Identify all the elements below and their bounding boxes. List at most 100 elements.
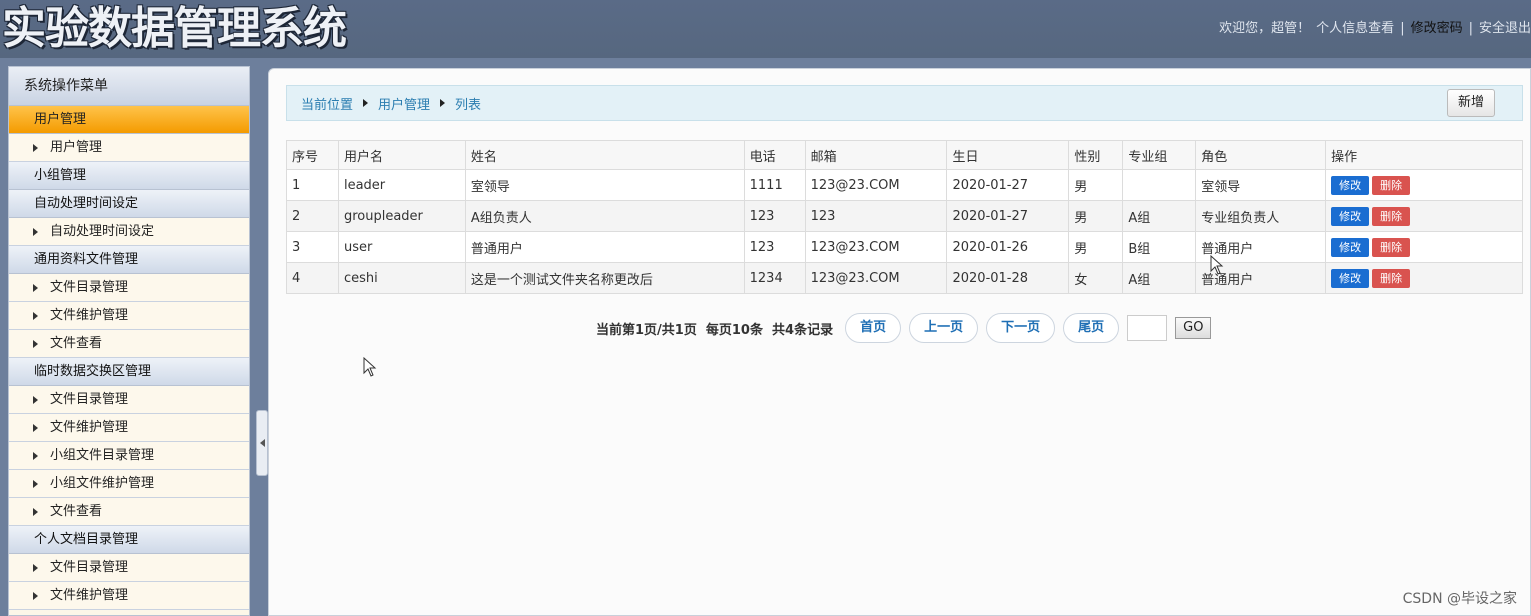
next-page-button[interactable]: 下一页 (986, 313, 1056, 343)
logout-link[interactable]: 安全退出 (1479, 20, 1531, 38)
menu-item-file-directory[interactable]: 文件目录管理 (9, 274, 249, 302)
menu-item-user-management[interactable]: 用户管理 (9, 134, 249, 162)
menu-item-label: 文件查看 (50, 336, 103, 351)
menu-item-file-maintenance[interactable]: 文件维护管理 (9, 414, 249, 442)
table-header-row: 序号 用户名 姓名 电话 邮箱 生日 性别 专业组 角色 操作 (286, 140, 1523, 170)
caret-right-icon (33, 479, 38, 488)
table-cell: 2020-01-28 (946, 262, 1070, 294)
table-cell: ceshi (337, 262, 466, 294)
pagination: 当前第1页/共1页 每页10条 共4条记录 首页 上一页 下一页 尾页 GO (596, 313, 1212, 343)
menu-item-file-maintenance[interactable]: 文件维护管理 (9, 302, 249, 330)
column-header: 角色 (1195, 140, 1327, 170)
menu-item-file-maintenance[interactable]: 文件维护管理 (9, 582, 249, 610)
menu-item-group-file-directory[interactable]: 小组文件目录管理 (9, 442, 249, 470)
table-row: 1 leader 室领导 1111 123@23.COM 2020-01-27 … (286, 169, 1523, 201)
table-cell: 2 (286, 200, 339, 232)
table-cell: 2020-01-27 (946, 169, 1070, 201)
table-cell: 1 (286, 169, 339, 201)
menu-item-file-view[interactable]: 文件查看 (9, 330, 249, 358)
actions-cell: 修改 删除 (1325, 262, 1523, 294)
column-header: 邮箱 (804, 140, 948, 170)
menu-item-label: 文件维护管理 (50, 308, 129, 323)
separator: | (1468, 21, 1473, 36)
caret-right-icon (33, 227, 38, 236)
app-title: 实验数据管理系统 (2, 3, 347, 54)
table-cell: 女 (1068, 262, 1124, 294)
menu-item-file-directory[interactable]: 文件目录管理 (9, 554, 249, 582)
breadcrumb-item[interactable]: 用户管理 (378, 94, 430, 113)
profile-link[interactable]: 个人信息查看 (1316, 20, 1394, 38)
sidebar-title: 系统操作菜单 (9, 67, 249, 106)
caret-right-icon (33, 591, 38, 600)
delete-button[interactable]: 删除 (1372, 237, 1411, 257)
prev-page-button[interactable]: 上一页 (909, 313, 979, 343)
table-cell: 男 (1068, 231, 1124, 263)
caret-right-icon (33, 395, 38, 404)
chevron-left-icon (259, 439, 265, 447)
table-cell: 室领导 (464, 169, 745, 201)
caret-right-icon (33, 283, 38, 292)
last-page-button[interactable]: 尾页 (1063, 313, 1120, 343)
menu-item-file-directory[interactable]: 文件目录管理 (9, 386, 249, 414)
menu-item-label: 文件维护管理 (50, 420, 129, 435)
sidebar-collapse-handle[interactable] (256, 410, 268, 476)
delete-button[interactable]: 删除 (1372, 175, 1411, 195)
column-header: 电话 (743, 140, 806, 170)
caret-right-icon (33, 563, 38, 572)
table-cell: 123@23.COM (804, 231, 948, 263)
menu-group-common-files[interactable]: 通用资料文件管理 (9, 246, 249, 274)
caret-right-icon (33, 143, 38, 152)
table-cell: 123 (743, 231, 806, 263)
column-header: 性别 (1068, 140, 1124, 170)
edit-button[interactable]: 修改 (1331, 268, 1370, 288)
caret-right-icon (33, 311, 38, 320)
change-password-link[interactable]: 修改密码 (1411, 20, 1463, 38)
table-cell: A组 (1122, 200, 1197, 232)
table-row: 3 user 普通用户 123 123@23.COM 2020-01-26 男 … (286, 231, 1523, 263)
menu-item-label: 用户管理 (50, 140, 103, 155)
table-cell: A组负责人 (464, 200, 745, 232)
table-cell: 4 (286, 262, 339, 294)
menu-group-personal-docs[interactable]: 个人文档目录管理 (9, 526, 249, 554)
menu-item-file-view[interactable]: 文件查看 (9, 498, 249, 526)
edit-button[interactable]: 修改 (1331, 175, 1370, 195)
menu-item-label: 文件目录管理 (50, 280, 129, 295)
caret-right-icon (33, 339, 38, 348)
table-cell (1122, 169, 1197, 201)
column-header: 序号 (286, 140, 339, 170)
app-header: 实验数据管理系统 欢迎您，超管！ 个人信息查看 | 修改密码 | 安全退出 (0, 0, 1531, 58)
menu-item-label: 文件目录管理 (50, 392, 129, 407)
table-cell: 2020-01-27 (946, 200, 1070, 232)
menu-item-label: 文件查看 (50, 504, 103, 519)
menu-group-group-management[interactable]: 小组管理 (9, 162, 249, 190)
first-page-button[interactable]: 首页 (845, 313, 902, 343)
go-button[interactable]: GO (1175, 317, 1212, 339)
edit-button[interactable]: 修改 (1331, 237, 1370, 257)
menu-item-group-file-maintenance[interactable]: 小组文件维护管理 (9, 470, 249, 498)
menu-group-auto-time[interactable]: 自动处理时间设定 (9, 190, 249, 218)
page-number-input[interactable] (1127, 315, 1168, 341)
menu-item-auto-time[interactable]: 自动处理时间设定 (9, 218, 249, 246)
delete-button[interactable]: 删除 (1372, 268, 1411, 288)
column-header: 操作 (1325, 140, 1523, 170)
column-header: 生日 (946, 140, 1070, 170)
menu-group-user-management[interactable]: 用户管理 (9, 106, 249, 134)
delete-button[interactable]: 删除 (1372, 206, 1411, 226)
separator: | (1400, 21, 1405, 36)
table-cell: 1111 (743, 169, 806, 201)
table-cell: 专业组负责人 (1195, 200, 1327, 232)
table-cell: 室领导 (1195, 169, 1327, 201)
column-header: 专业组 (1122, 140, 1197, 170)
add-button[interactable]: 新增 (1447, 89, 1495, 117)
sidebar: 系统操作菜单 用户管理 用户管理 小组管理 自动处理时间设定 自动处理时间设定 … (8, 66, 250, 616)
breadcrumb-item: 列表 (455, 97, 482, 113)
table-cell: 这是一个测试文件夹名称更改后 (464, 262, 745, 294)
table-cell: 2020-01-26 (946, 231, 1070, 263)
actions-cell: 修改 删除 (1325, 169, 1523, 201)
table-cell: 123@23.COM (804, 169, 948, 201)
table-cell: 123 (804, 200, 948, 232)
table-cell: 123 (743, 200, 806, 232)
welcome-text: 欢迎您，超管！ (1219, 21, 1311, 36)
menu-group-temp-exchange[interactable]: 临时数据交换区管理 (9, 358, 249, 386)
edit-button[interactable]: 修改 (1331, 206, 1370, 226)
